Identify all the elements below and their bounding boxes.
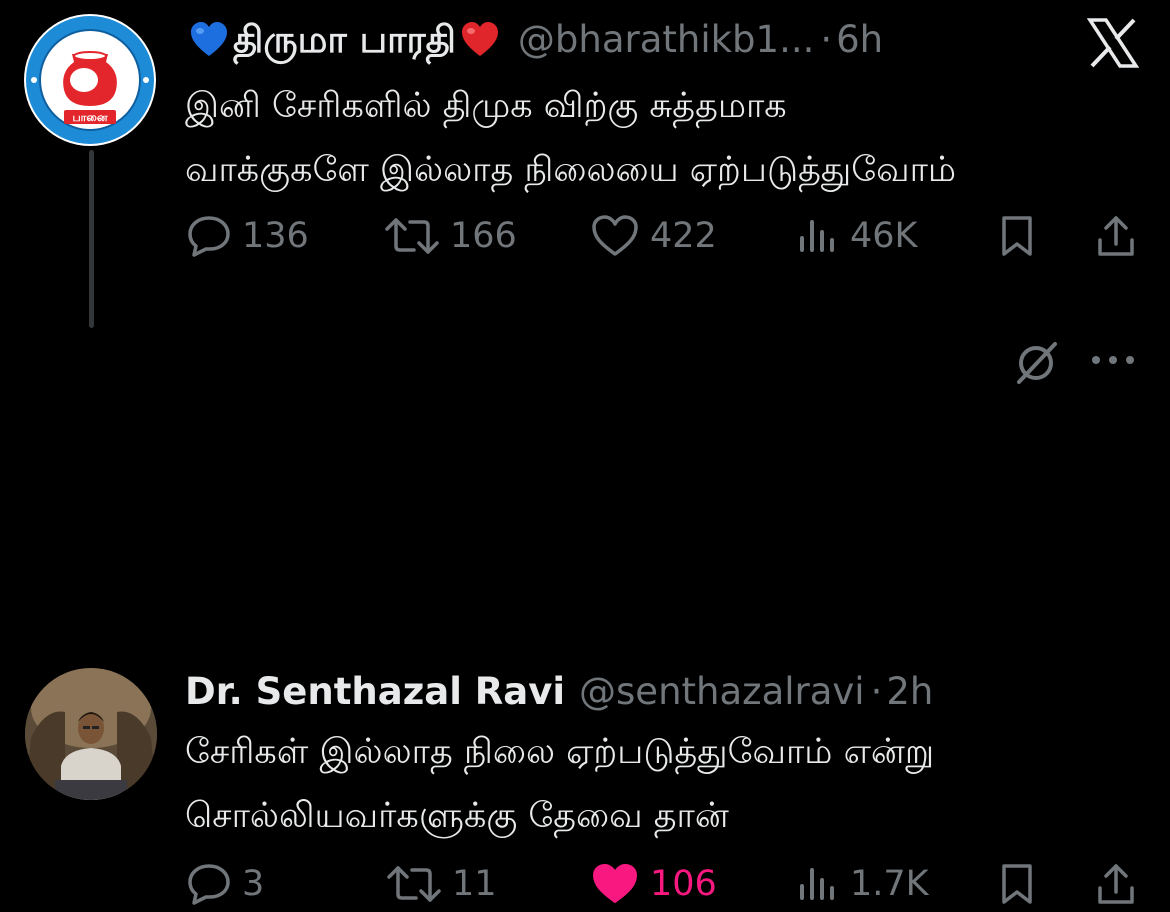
repost-button[interactable]: 166 (384, 208, 517, 264)
avatar[interactable]: பானை (24, 14, 156, 146)
tweet-text-line: சொல்லியவர்களுக்கு தேவை தான் (185, 796, 729, 836)
tweet-text-line: சேரிகள் இல்லாத நிலை ஏற்படுத்துவோம் என்று (185, 732, 935, 772)
x-logo-icon[interactable] (1086, 18, 1140, 72)
author-handle[interactable]: @bharathikb1... (518, 18, 814, 62)
red-heart-icon (461, 22, 498, 56)
like-count: 422 (650, 216, 717, 256)
tweet-text-line: வாக்குகளே இல்லாத நிலையை ஏற்படுத்துவோம் (185, 150, 957, 190)
profile-photo-icon (25, 668, 157, 800)
tweet-text: சேரிகள் இல்லாத நிலை ஏற்படுத்துவோம் என்று… (185, 720, 934, 848)
tweet-1[interactable]: பானை திருமா பாரதி @bharathikb1... · 6h இ… (0, 0, 1170, 330)
avatar-logo-text: பானை (72, 111, 107, 124)
reply-button[interactable]: 3 (186, 856, 264, 912)
views-button[interactable]: 1.7K (796, 856, 929, 912)
timestamp[interactable]: 2h (886, 670, 933, 714)
tweet-text: இனி சேரிகளில் திமுக விற்கு சுத்தமாக வாக்… (185, 74, 956, 202)
author-name[interactable]: திருமா பாரதி (185, 18, 504, 62)
reply-count: 136 (242, 216, 309, 256)
bookmark-icon (1002, 216, 1032, 256)
avatar[interactable] (25, 668, 157, 800)
reply-count: 3 (242, 864, 265, 904)
author-name-text: திருமா பாரதி (233, 18, 456, 61)
blue-heart-icon (191, 22, 227, 56)
share-button[interactable] (1096, 208, 1136, 264)
thread-connector-line (89, 150, 94, 328)
heart-filled-icon (593, 864, 637, 903)
like-count: 106 (650, 864, 717, 904)
author-name[interactable]: Dr. Senthazal Ravi (185, 670, 565, 714)
reply-icon (188, 864, 230, 905)
action-bar: 136 166 422 46K (186, 208, 1136, 264)
panai-logo-icon: பானை (26, 16, 154, 144)
bookmark-button[interactable] (998, 208, 1036, 264)
more-options-icon[interactable] (1090, 352, 1136, 372)
repost-icon (385, 218, 439, 254)
bookmark-button[interactable] (998, 856, 1036, 912)
bookmark-icon (1002, 864, 1032, 904)
timestamp[interactable]: 6h (836, 18, 883, 62)
views-chart-icon (800, 220, 834, 252)
views-count: 46K (850, 216, 918, 256)
share-icon (1098, 864, 1134, 904)
views-count: 1.7K (850, 864, 929, 904)
reply-icon (188, 216, 230, 257)
views-chart-icon (800, 868, 834, 900)
reply-button[interactable]: 136 (186, 208, 309, 264)
like-button[interactable]: 422 (590, 208, 717, 264)
share-icon (1098, 216, 1134, 256)
tweet-header: திருமா பாரதி @bharathikb1... · 6h (185, 18, 883, 62)
repost-icon (387, 866, 441, 902)
separator-dot: · (820, 18, 833, 61)
grok-icon[interactable] (1013, 340, 1059, 390)
repost-count: 11 (452, 864, 497, 904)
like-button[interactable]: 106 (590, 856, 717, 912)
separator-dot: · (870, 670, 883, 713)
repost-button[interactable]: 11 (386, 856, 497, 912)
share-button[interactable] (1096, 856, 1136, 912)
author-handle[interactable]: @senthazalravi (579, 670, 865, 714)
heart-outline-icon (592, 215, 638, 256)
views-button[interactable]: 46K (796, 208, 918, 264)
tweet-text-line: இனி சேரிகளில் திமுக விற்கு சுத்தமாக (185, 86, 787, 126)
repost-count: 166 (450, 216, 517, 256)
tweet-2[interactable]: Dr. Senthazal Ravi @senthazalravi · 2h ச… (0, 330, 1170, 905)
action-bar: 3 11 106 1.7K (186, 856, 1136, 912)
tweet-header: Dr. Senthazal Ravi @senthazalravi · 2h (185, 670, 933, 714)
